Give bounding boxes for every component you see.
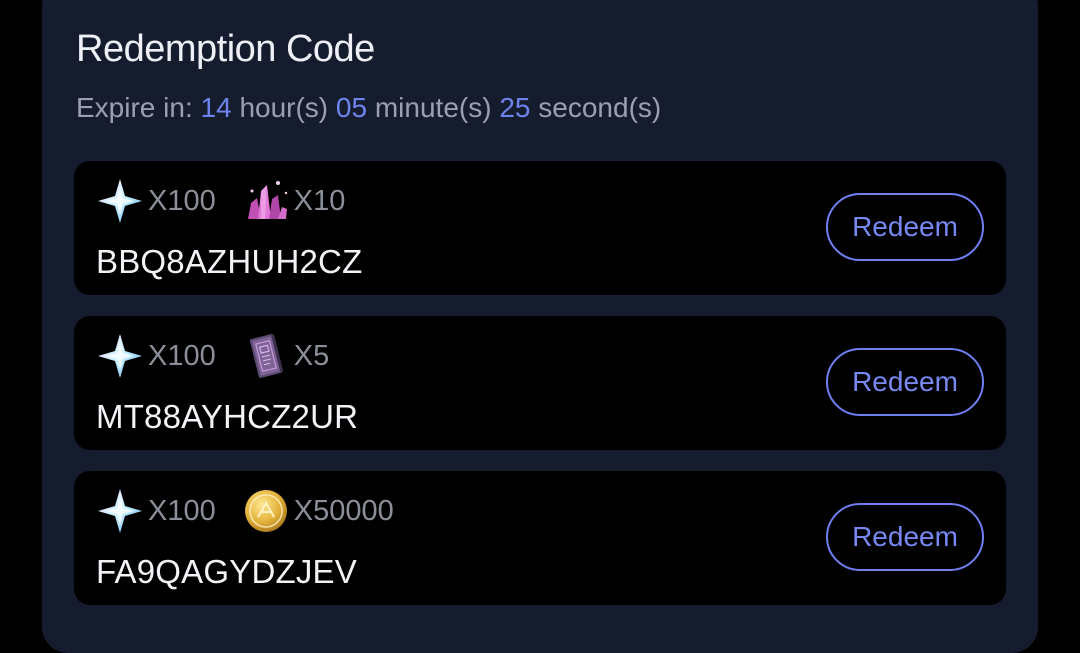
page-title: Redemption Code (76, 28, 375, 70)
primogem-icon (98, 334, 142, 378)
redeem-button[interactable]: Redeem (826, 503, 984, 571)
hours-unit: hour(s) (239, 92, 329, 123)
code-card: X100 X50000 FA9QAGYDZJEV Redeem (74, 471, 1006, 605)
reward-quantity: X10 (293, 184, 346, 217)
redeem-button[interactable]: Redeem (826, 193, 984, 261)
book-icon (249, 334, 283, 378)
primogem-icon (98, 489, 142, 533)
redemption-code: FA9QAGYDZJEV (96, 553, 357, 590)
reward-item: X50000 (242, 487, 394, 535)
reward-list: X100 X5 (96, 328, 355, 384)
seconds-unit: second(s) (538, 92, 662, 123)
reward-quantity: X50000 (293, 494, 394, 527)
hours-value: 14 (200, 92, 232, 123)
code-card: X100 X10 BBQ8AZHUH2CZ Redeem (74, 161, 1006, 295)
coin-icon (244, 490, 287, 532)
reward-item: X10 (242, 177, 346, 225)
reward-item: X100 (96, 332, 216, 380)
seconds-value: 25 (499, 92, 531, 123)
reward-quantity: X5 (293, 339, 330, 372)
reward-list: X100 X50000 (96, 483, 420, 539)
redemption-code: BBQ8AZHUH2CZ (96, 243, 363, 280)
redeem-button[interactable]: Redeem (826, 348, 984, 416)
expire-label: Expire in: (76, 92, 193, 123)
reward-item: X100 (96, 177, 216, 225)
reward-item: X100 (96, 487, 216, 535)
reward-item: X5 (242, 332, 329, 380)
minutes-value: 05 (335, 92, 368, 123)
reward-list: X100 X10 (96, 173, 371, 229)
minutes-unit: minute(s) (374, 92, 492, 123)
reward-quantity: X100 (148, 339, 216, 372)
primogem-icon (98, 179, 142, 223)
reward-quantity: X100 (148, 184, 216, 217)
expire-countdown: Expire in: 14 hour(s) 05 minute(s) 25 se… (76, 92, 661, 124)
crystal-icon (247, 181, 287, 219)
redemption-code: MT88AYHCZ2UR (96, 398, 359, 435)
code-card: X100 X5 MT88AYHCZ2UR Redeem (74, 316, 1006, 450)
reward-quantity: X100 (148, 494, 216, 527)
